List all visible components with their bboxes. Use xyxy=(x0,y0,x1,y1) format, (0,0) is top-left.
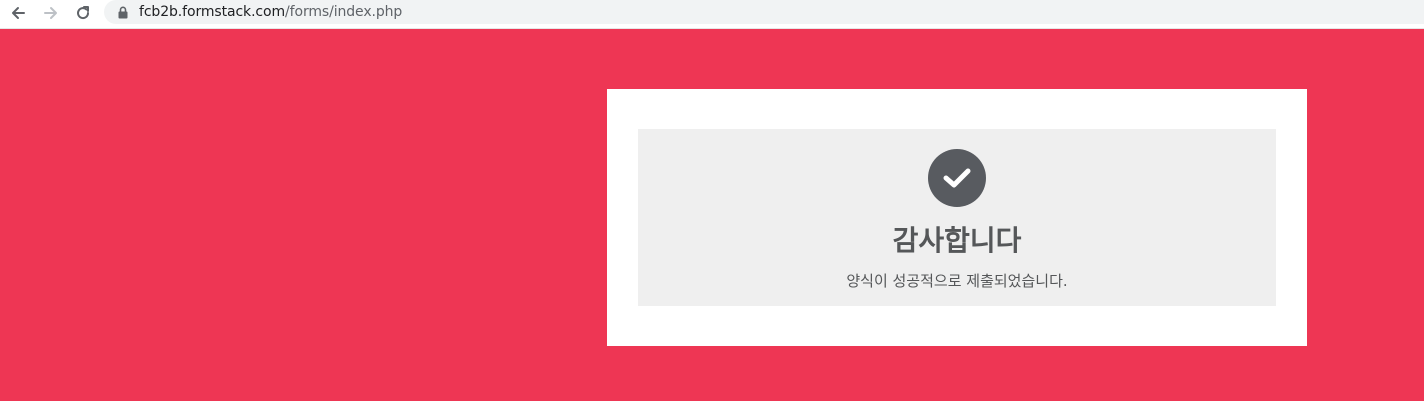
url-path: /forms/index.php xyxy=(285,4,403,20)
confirmation-message: 양식이 성공적으로 제출되었습니다. xyxy=(846,272,1068,290)
forward-button[interactable] xyxy=(40,2,62,24)
back-button[interactable] xyxy=(7,2,29,24)
back-arrow-icon xyxy=(12,7,25,19)
lock-icon[interactable] xyxy=(118,5,128,19)
confirmation-card: 감사합니다 양식이 성공적으로 제출되었습니다. xyxy=(607,89,1307,346)
reload-icon xyxy=(77,6,90,20)
url-text[interactable]: fcb2b.formstack.com/forms/index.php xyxy=(139,4,402,20)
url-domain: fcb2b.formstack.com xyxy=(139,4,286,20)
browser-toolbar: fcb2b.formstack.com/forms/index.php xyxy=(0,0,1424,29)
confirmation-title: 감사합니다 xyxy=(892,224,1022,257)
form-page: 감사합니다 양식이 성공적으로 제출되었습니다. xyxy=(0,29,1424,401)
reload-button[interactable] xyxy=(72,2,94,24)
confirmation-panel: 감사합니다 양식이 성공적으로 제출되었습니다. xyxy=(638,129,1276,306)
forward-arrow-icon xyxy=(44,7,57,19)
checkmark-icon xyxy=(928,149,986,207)
address-bar[interactable]: fcb2b.formstack.com/forms/index.php xyxy=(104,0,1424,24)
